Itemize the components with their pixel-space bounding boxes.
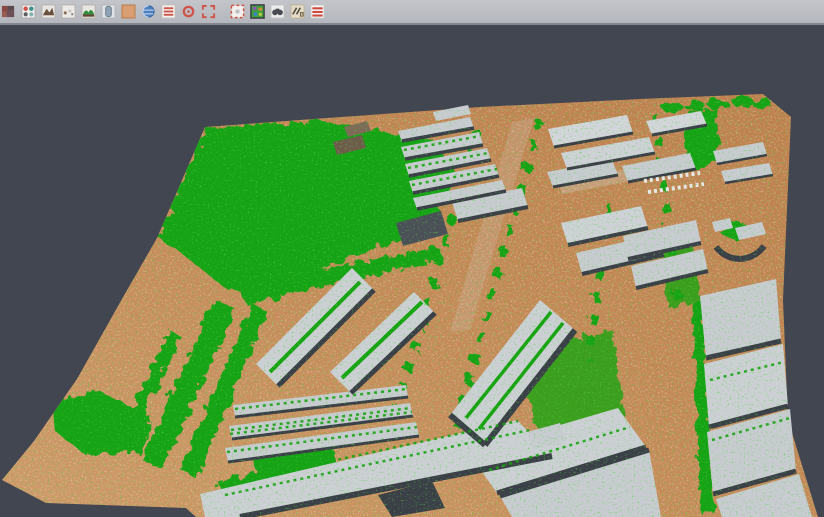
point-cloud-scene <box>0 25 824 517</box>
profile-view-button[interactable] <box>100 2 117 21</box>
main-toolbar <box>0 0 824 25</box>
measure-tool-icon <box>290 4 305 19</box>
selection-marquee-icon <box>230 4 245 19</box>
selection-marquee-button[interactable] <box>229 2 246 21</box>
measure-tool-button[interactable] <box>289 2 306 21</box>
toolbar-separator <box>220 0 226 23</box>
classify-points-button[interactable] <box>20 2 37 21</box>
target-tool-button[interactable] <box>180 2 197 21</box>
raster-mosaic-button[interactable] <box>0 2 17 21</box>
flag-tool-icon <box>310 4 325 19</box>
binoculars-icon <box>270 4 285 19</box>
point-selection-button[interactable] <box>60 2 77 21</box>
zoom-extents-button[interactable] <box>200 2 217 21</box>
terrain-model-icon <box>81 4 96 19</box>
class-list-icon <box>161 4 176 19</box>
profile-view-icon <box>101 4 116 19</box>
globe-view-button[interactable] <box>140 2 157 21</box>
class-list-button[interactable] <box>160 2 177 21</box>
application-window <box>0 0 824 517</box>
globe-view-icon <box>141 4 156 19</box>
viewport-3d[interactable] <box>0 25 824 517</box>
point-selection-icon <box>61 4 76 19</box>
orthophoto-icon <box>121 4 136 19</box>
tin-surface-button[interactable] <box>40 2 57 21</box>
classify-points-icon <box>21 4 36 19</box>
target-tool-icon <box>181 4 196 19</box>
zoom-extents-icon <box>201 4 216 19</box>
orthophoto-button[interactable] <box>120 2 137 21</box>
classified-view-button[interactable] <box>249 2 266 21</box>
classified-view-icon <box>250 4 265 19</box>
tin-surface-icon <box>41 4 56 19</box>
flag-tool-button[interactable] <box>309 2 326 21</box>
binoculars-button[interactable] <box>269 2 286 21</box>
terrain-model-button[interactable] <box>80 2 97 21</box>
raster-mosaic-icon <box>1 4 16 19</box>
